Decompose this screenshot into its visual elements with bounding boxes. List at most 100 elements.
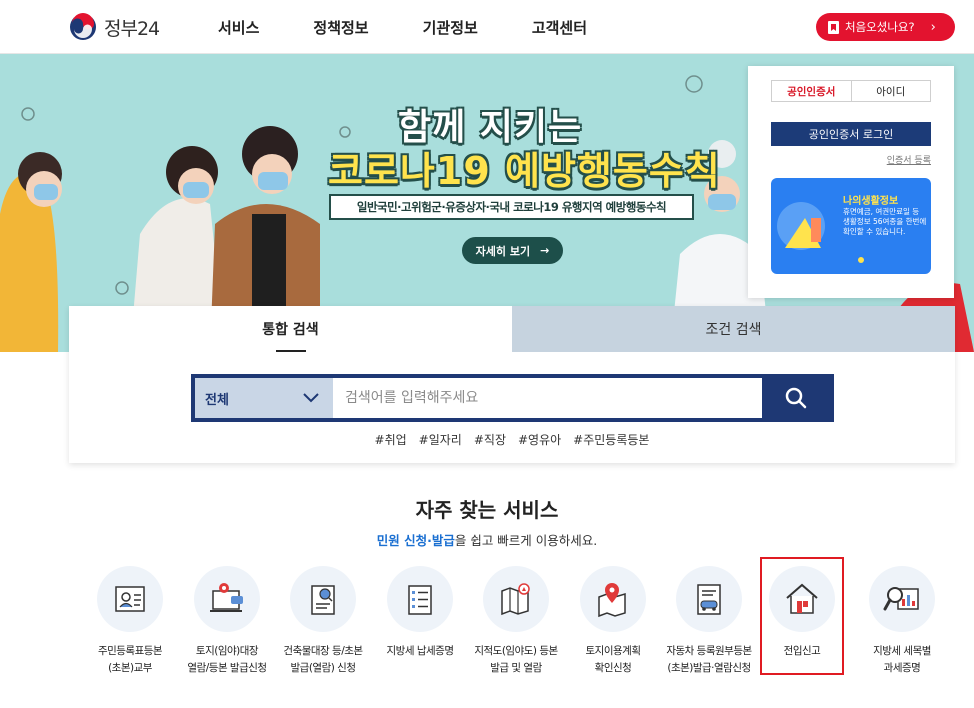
service-move-in-report[interactable]: 전입신고 [760, 557, 844, 675]
service-resident-registration[interactable]: 주민등록표등본 (초본)교부 [82, 563, 178, 677]
nav-item-agency[interactable]: 기관정보 [423, 17, 478, 38]
document-search-icon [311, 585, 335, 615]
house-icon [786, 583, 818, 614]
service-label: 지방세 세목별과세증명 [854, 643, 950, 677]
banner-detail-button[interactable]: 자세히 보기 → [462, 237, 563, 264]
service-cadastral-map[interactable]: 지적도(임야도) 등본발급 및 열람 [468, 563, 564, 677]
service-icon-circle [769, 566, 835, 632]
tab-condition-search[interactable]: 조건 검색 [512, 306, 955, 352]
service-label-line2: (초본)교부 [108, 662, 152, 674]
service-label-line2: 열람/등본 발급신청 [187, 662, 267, 674]
search-category-value: 전체 [205, 392, 229, 408]
service-label: 토지이용계획 확인신청 [565, 643, 661, 677]
service-label-line1: 주민등록표등본 [97, 645, 163, 657]
taegeuk-logo-icon [70, 13, 96, 40]
service-icon-circle [676, 566, 742, 632]
subtitle-highlight: 민원 신청·발급 [376, 533, 455, 548]
chevron-down-icon [303, 393, 319, 403]
gov24-logo[interactable]: 정부24 [68, 12, 160, 42]
service-local-tax-by-item[interactable]: 지방세 세목별과세증명 [854, 563, 950, 677]
service-label: 토지(임야)대장열람/등본 발급신청 [179, 643, 275, 677]
first-visit-label: 처음오셨나요? [845, 20, 915, 34]
service-icon-circle [194, 566, 260, 632]
search-icon [785, 387, 807, 409]
search-button[interactable] [762, 378, 830, 418]
service-label: 지방세 납세증명 [372, 643, 468, 660]
subtitle-rest: 을 쉽고 빠르게 이용하세요. [454, 533, 598, 548]
search-panel: 통합 검색 조건 검색 전체 #취업 #일자리 #직장 #영유아 #주민등록등본 [69, 306, 955, 463]
tab-integrated-label: 통합 검색 [262, 322, 319, 338]
car-document-icon [697, 584, 721, 615]
main-nav: 서비스 정책정보 기관정보 고객센터 [218, 0, 641, 54]
service-label-line1: 전입신고 [783, 645, 821, 657]
frequent-services-subtitle: 민원 신청·발급을 쉽고 빠르게 이용하세요. [0, 530, 974, 549]
service-icon-circle [97, 566, 163, 632]
service-label-line2: 발급 및 열람 [490, 662, 542, 674]
hashtag-item[interactable]: #영유아 [518, 431, 561, 448]
service-local-tax-certificate[interactable]: 지방세 납세증명 [372, 563, 468, 660]
service-label-line2: 과세증명 [883, 662, 921, 674]
login-box: 공인인증서 아이디 공인인증서 로그인 인증서 등록 나의생활정보 휴면예금, … [748, 66, 954, 298]
service-label-line1: 토지(임야)대장 [195, 645, 259, 657]
service-label-line1: 지방세 납세증명 [386, 645, 454, 657]
service-icon-circle [580, 566, 646, 632]
search-category-select[interactable]: 전체 [195, 378, 333, 418]
search-input[interactable] [333, 378, 762, 418]
service-label-line1: 지방세 세목별 [873, 645, 931, 657]
chevron-right-icon: › [930, 19, 936, 35]
service-label-line1: 자동차 등록원부등본 [666, 645, 752, 657]
nav-item-customer-center[interactable]: 고객센터 [532, 17, 587, 38]
service-label-line2: 확인신청 [594, 662, 632, 674]
service-icon-circle [387, 566, 453, 632]
service-label: 지적도(임야도) 등본발급 및 열람 [468, 643, 564, 677]
banner-detail-label: 자세히 보기 [475, 244, 531, 258]
service-label-line1: 지적도(임야도) 등본 [474, 645, 558, 657]
life-info-title: 나의생활정보 [843, 196, 899, 207]
arrow-right-icon: → [540, 244, 550, 257]
active-tab-underline [276, 350, 306, 352]
first-visit-button[interactable]: 처음오셨나요? › [816, 13, 955, 41]
service-label-line1: 건축물대장 등/초본 [283, 645, 363, 657]
hashtag-item[interactable]: #주민등록등본 [573, 431, 649, 448]
nav-item-service[interactable]: 서비스 [218, 17, 259, 38]
magnifier-chart-icon [883, 587, 919, 611]
life-info-card[interactable]: 나의생활정보 휴면예금, 여권만료일 등 생활정보 56여종을 한번에 확인할 … [771, 178, 931, 274]
service-label: 주민등록표등본 (초본)교부 [82, 643, 178, 677]
hashtag-item[interactable]: #직장 [474, 431, 506, 448]
banner-subtitle: 일반국민·고위험군·유증상자·국내 코로나19 유행지역 예방행동수칙 [329, 194, 694, 220]
cert-register-link[interactable]: 인증서 등록 [887, 153, 931, 166]
service-land-register[interactable]: 토지(임야)대장열람/등본 발급신청 [179, 563, 275, 677]
service-icon-circle [483, 566, 549, 632]
service-label: 전입신고 [762, 643, 842, 660]
tab-id[interactable]: 아이디 [852, 81, 931, 101]
map-laptop-icon [210, 583, 243, 612]
cert-login-button[interactable]: 공인인증서 로그인 [771, 122, 931, 146]
id-card-icon [115, 586, 145, 612]
service-land-use-plan[interactable]: 토지이용계획 확인신청 [565, 563, 661, 677]
tab-integrated-search[interactable]: 통합 검색 [69, 306, 512, 352]
service-icon-circle [290, 566, 356, 632]
search-bar: 전체 [191, 374, 834, 422]
service-label: 건축물대장 등/초본발급(열람) 신청 [275, 643, 371, 677]
frequent-services-title: 자주 찾는 서비스 [415, 498, 559, 522]
hashtag-list: #취업 #일자리 #직장 #영유아 #주민등록등본 [69, 431, 955, 448]
service-vehicle-register[interactable]: 자동차 등록원부등본 (초본)발급·열람신청 [661, 563, 757, 677]
tab-certificate[interactable]: 공인인증서 [772, 81, 852, 101]
hashtag-item[interactable]: #취업 [375, 431, 407, 448]
top-header: 정부24 서비스 정책정보 기관정보 고객센터 처음오셨나요? › [0, 0, 974, 54]
service-building-register[interactable]: 건축물대장 등/초본발급(열람) 신청 [275, 563, 371, 677]
hashtag-item[interactable]: #일자리 [419, 431, 462, 448]
banner-title-line2: 코로나19 예방행동수칙 [328, 149, 721, 193]
nav-item-policy[interactable]: 정책정보 [313, 17, 368, 38]
service-icon-circle [869, 566, 935, 632]
service-label-line2: (초본)발급·열람신청 [667, 662, 751, 674]
service-label: 자동차 등록원부등본 (초본)발급·열람신청 [661, 643, 757, 677]
service-label-line2: 발급(열람) 신청 [290, 662, 357, 674]
life-info-desc: 휴면예금, 여권만료일 등 생활정보 56여종을 한번에 확인할 수 있습니다. [843, 207, 927, 236]
frequent-services-list: 주민등록표등본 (초본)교부 토지(임야)대장열람/등본 발급신청 건축물대장 등… [82, 557, 958, 683]
login-tabs: 공인인증서 아이디 [771, 80, 931, 102]
life-info-illustration-icon [777, 202, 825, 250]
carousel-dot[interactable] [858, 257, 864, 263]
map-compass-icon [501, 583, 530, 616]
checklist-icon [408, 585, 432, 615]
